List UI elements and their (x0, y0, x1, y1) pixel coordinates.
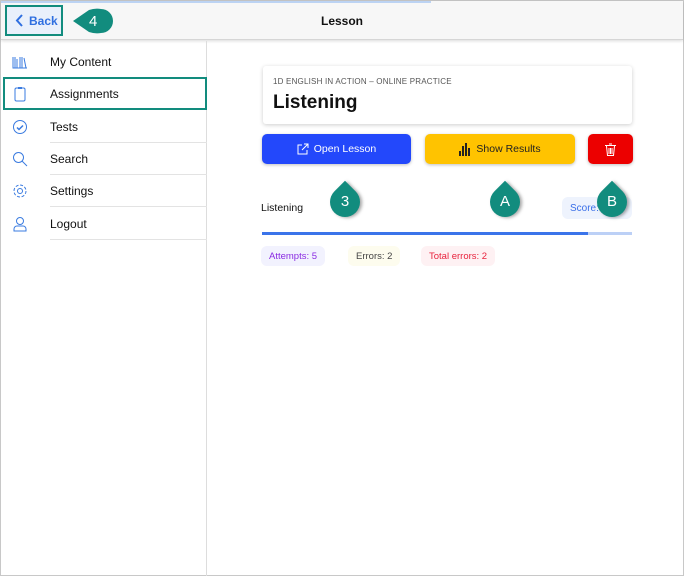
sidebar-item-settings[interactable]: Settings (1, 175, 207, 207)
back-label: Back (29, 13, 58, 28)
sidebar-item-tests[interactable]: Tests (1, 111, 207, 143)
show-results-button[interactable]: Show Results (425, 134, 575, 164)
chevron-left-icon (15, 14, 23, 27)
sidebar-item-label: My Content (50, 55, 112, 69)
open-lesson-button[interactable]: Open Lesson (262, 134, 411, 164)
sidebar-item-label: Logout (50, 217, 87, 231)
sidebar-item-label: Search (50, 152, 89, 166)
bar-chart-icon (459, 142, 471, 156)
books-icon (12, 57, 27, 69)
show-results-label: Show Results (476, 143, 541, 155)
sidebar-item-label: Settings (50, 184, 94, 198)
sidebar-item-logout[interactable]: Logout (1, 208, 207, 240)
loading-line (1, 1, 431, 3)
attempts-badge: Attempts: 5 (261, 246, 326, 266)
trash-icon (605, 143, 616, 156)
sidebar-item-search[interactable]: Search (1, 143, 207, 175)
search-icon (13, 152, 28, 167)
sidebar: My Content Assignments Tests Search Sett… (1, 41, 207, 576)
progress-fill (262, 232, 588, 235)
errors-badge: Errors: 2 (348, 246, 401, 266)
course-name: 1D ENGLISH IN ACTION – ONLINE PRACTICE (273, 77, 452, 86)
assignments-highlight (3, 77, 207, 110)
check-circle-icon (13, 120, 27, 134)
total-errors-badge: Total errors: 2 (421, 246, 496, 266)
callout-label: B (606, 193, 617, 210)
sidebar-item-label: Tests (50, 120, 79, 134)
progress-bar (262, 232, 632, 235)
gear-icon (13, 184, 27, 198)
lesson-title: Listening (273, 92, 358, 113)
result-lesson-name: Listening (261, 202, 304, 214)
callout-label: 3 (340, 193, 350, 210)
callout-label: 4 (89, 13, 98, 30)
user-icon (13, 217, 27, 232)
sidebar-item-my-content[interactable]: My Content (1, 46, 207, 78)
delete-button[interactable] (588, 134, 633, 164)
back-button[interactable]: Back (5, 5, 63, 36)
open-lesson-label: Open Lesson (313, 143, 377, 155)
callout-label: A (499, 193, 510, 210)
lesson-card: 1D ENGLISH IN ACTION – ONLINE PRACTICE L… (263, 66, 632, 124)
external-link-icon (297, 143, 309, 155)
callout-4: 4 (73, 8, 115, 34)
